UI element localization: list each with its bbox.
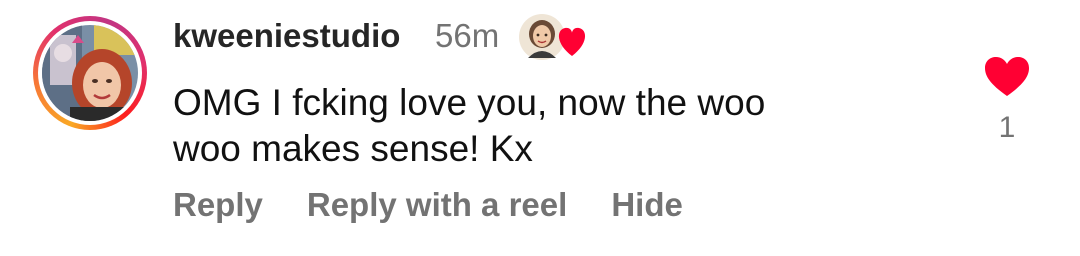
hide-button[interactable]: Hide	[611, 186, 683, 224]
like-count[interactable]: 1	[984, 108, 1030, 148]
comment-text-line-1: OMG I fcking love you, now the woo	[173, 82, 766, 123]
comment-text: OMG I fcking love you, now the woo woo m…	[173, 80, 933, 172]
username[interactable]: kweeniestudio	[173, 14, 400, 58]
comment-item: kweeniestudio 56m OMG I fcking love you,…	[0, 0, 1080, 256]
reply-button[interactable]: Reply	[173, 186, 263, 224]
avatar-gap	[38, 21, 142, 125]
timestamp: 56m	[435, 17, 500, 54]
comment-text-line-2: woo makes sense! Kx	[173, 128, 533, 169]
avatar-image	[42, 25, 138, 121]
heart-filled-icon[interactable]	[984, 56, 1030, 98]
reply-with-reel-button[interactable]: Reply with a reel	[307, 186, 567, 224]
avatar-heart-sticker-icon	[519, 14, 586, 60]
comment-actions: Reply Reply with a reel Hide	[173, 180, 683, 230]
avatar[interactable]	[42, 25, 138, 121]
avatar-story-ring[interactable]	[33, 16, 147, 130]
